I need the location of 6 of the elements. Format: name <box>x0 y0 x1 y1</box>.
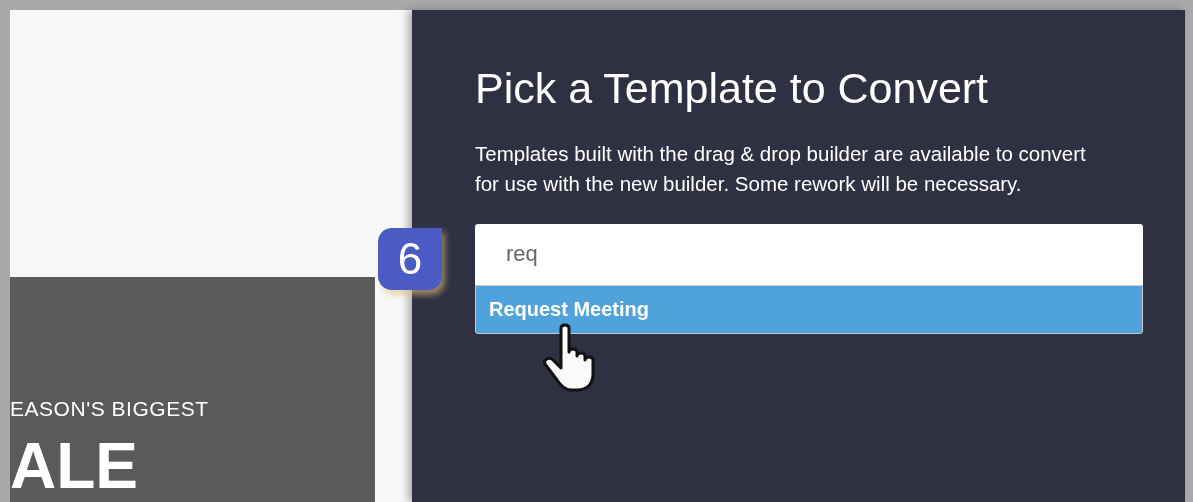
dialog-title: Pick a Template to Convert <box>475 63 990 114</box>
search-field[interactable]: req <box>475 223 1143 285</box>
template-headline: ALE <box>10 434 138 498</box>
template-subtitle: EASON'S BIGGEST <box>10 395 209 422</box>
dialog-description: Templates built with the drag & drop builder are available to convert for use with the new builder. Some rework will be necessary. <box>475 140 1087 197</box>
step-badge: 6 <box>378 227 442 290</box>
